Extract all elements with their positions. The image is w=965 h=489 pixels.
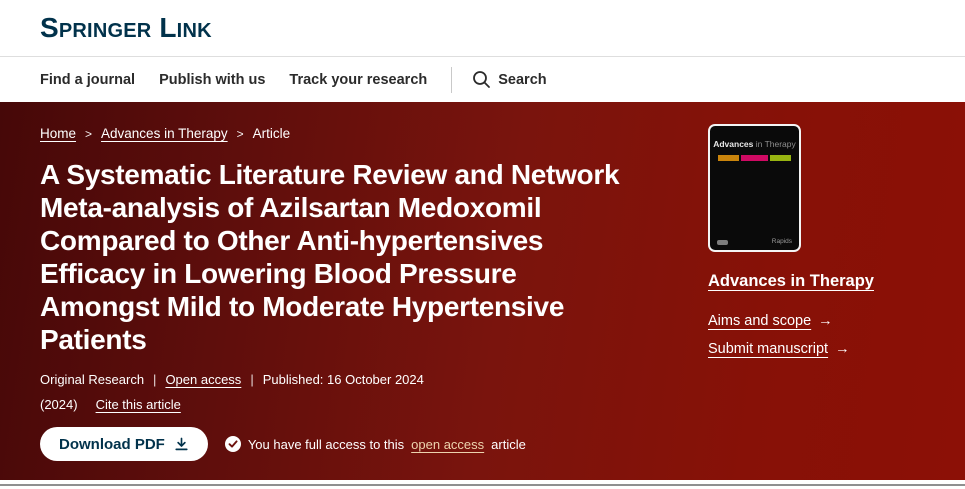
arrow-right-icon: →: [818, 313, 833, 329]
title-line: Patients: [40, 323, 619, 356]
open-access-link[interactable]: Open access: [165, 372, 241, 387]
meta-separator: |: [250, 372, 253, 387]
breadcrumb: Home > Advances in Therapy > Article: [40, 126, 290, 141]
article-title: A Systematic Literature Review and Netwo…: [40, 158, 619, 356]
cover-bar-magenta-icon: [741, 155, 768, 161]
cover-bar-orange-icon: [718, 155, 739, 161]
cover-title-bold: Advances: [713, 139, 753, 149]
journal-home-link[interactable]: Advances in Therapy: [708, 272, 874, 291]
article-meta: Original Research | Open access | Publis…: [40, 372, 424, 387]
journal-cover-title: Advances in Therapy: [710, 139, 799, 149]
springer-link-logo[interactable]: Springer Link: [40, 12, 212, 44]
breadcrumb-separator: >: [85, 127, 92, 141]
page-bottom-strip: [0, 480, 965, 489]
access-text-prefix: You have full access to this: [248, 437, 404, 452]
nav-publish-with-us[interactable]: Publish with us: [159, 72, 265, 88]
aims-and-scope-label: Aims and scope: [708, 313, 811, 329]
site-header: Springer Link: [0, 0, 965, 57]
access-open-access-link[interactable]: open access: [411, 437, 484, 452]
page: Springer Link Find a journal Publish wit…: [0, 0, 965, 489]
nav-find-a-journal[interactable]: Find a journal: [40, 72, 135, 88]
title-line: A Systematic Literature Review and Netwo…: [40, 158, 619, 191]
cover-color-bars: [710, 155, 799, 161]
cover-title-rest: in Therapy: [753, 139, 795, 149]
cover-footer: Rapids: [717, 238, 792, 245]
submit-manuscript-label: Submit manuscript: [708, 341, 828, 357]
search-icon: [472, 70, 491, 89]
meta-separator: |: [153, 372, 156, 387]
title-line: Amongst Mild to Moderate Hypertensive: [40, 290, 619, 323]
title-line: Efficacy in Lowering Blood Pressure: [40, 257, 619, 290]
article-hero: Home > Advances in Therapy > Article A S…: [0, 102, 965, 480]
journal-cover[interactable]: Advances in Therapy Rapids: [708, 124, 801, 252]
access-note: You have full access to this open access…: [225, 436, 526, 452]
site-nav: Find a journal Publish with us Track you…: [0, 57, 965, 102]
aims-and-scope-link[interactable]: Aims and scope →: [708, 313, 833, 329]
breadcrumb-home[interactable]: Home: [40, 126, 76, 141]
cite-row: (2024) Cite this article: [40, 397, 181, 412]
nav-divider: [451, 67, 452, 93]
article-year: (2024): [40, 397, 78, 412]
arrow-right-icon: →: [835, 341, 850, 357]
cover-bar-green-icon: [770, 155, 791, 161]
article-actions: Download PDF You have full access to thi…: [40, 427, 526, 461]
download-pdf-button[interactable]: Download PDF: [40, 427, 208, 461]
publisher-logo-icon: [717, 240, 728, 245]
breadcrumb-journal[interactable]: Advances in Therapy: [101, 126, 228, 141]
download-pdf-label: Download PDF: [59, 436, 165, 453]
cite-this-article-link[interactable]: Cite this article: [96, 397, 181, 412]
download-icon: [174, 437, 189, 452]
title-line: Meta-analysis of Azilsartan Medoxomil: [40, 191, 619, 224]
access-text-suffix: article: [491, 437, 526, 452]
check-circle-icon: [225, 436, 241, 452]
breadcrumb-current: Article: [253, 126, 291, 141]
cover-rapids-label: Rapids: [772, 238, 792, 245]
search-button[interactable]: Search: [472, 70, 546, 89]
submit-manuscript-link[interactable]: Submit manuscript →: [708, 341, 850, 357]
title-line: Compared to Other Anti-hypertensives: [40, 224, 619, 257]
article-type: Original Research: [40, 372, 144, 387]
published-date: Published: 16 October 2024: [263, 372, 424, 387]
search-label: Search: [498, 72, 546, 88]
breadcrumb-separator: >: [237, 127, 244, 141]
page-bottom-divider: [0, 484, 965, 486]
nav-track-your-research[interactable]: Track your research: [289, 72, 427, 88]
